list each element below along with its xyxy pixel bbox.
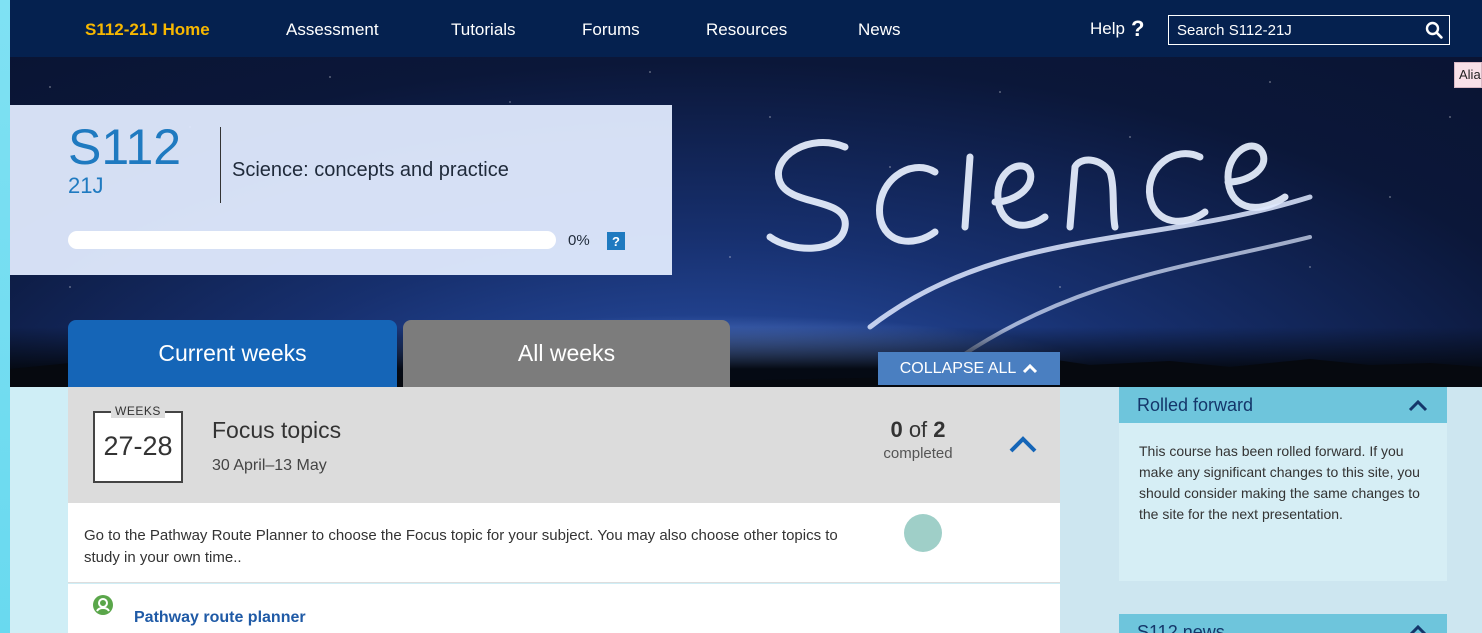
chevron-up-icon[interactable] bbox=[1407, 622, 1429, 633]
rolled-forward-header[interactable]: Rolled forward bbox=[1119, 387, 1447, 423]
tab-all-weeks[interactable]: All weeks bbox=[403, 320, 730, 387]
week-header: WEEKS 27-28 Focus topics 30 April–13 May… bbox=[68, 387, 1060, 503]
chevron-up-icon[interactable] bbox=[1407, 397, 1429, 413]
week-completed-label: completed bbox=[883, 445, 953, 462]
search-input[interactable] bbox=[1169, 16, 1419, 44]
week-dates: 30 April–13 May bbox=[212, 457, 327, 474]
nav-item-news[interactable]: News bbox=[858, 20, 901, 40]
week-title: Focus topics bbox=[212, 417, 342, 443]
activity-row: Pathway route planner bbox=[68, 584, 1060, 633]
nav-home-link[interactable]: S112-21J Home bbox=[85, 20, 210, 40]
week-badge-label: WEEKS bbox=[111, 404, 165, 418]
nav-item-forums[interactable]: Forums bbox=[582, 20, 640, 40]
alias-tag[interactable]: Alia bbox=[1454, 62, 1482, 88]
top-navigation: S112-21J Home Assessment Tutorials Forum… bbox=[10, 0, 1482, 57]
week-body: Go to the Pathway Route Planner to choos… bbox=[68, 503, 1060, 583]
course-code: S112 bbox=[68, 119, 182, 175]
week-of-label: of bbox=[908, 417, 928, 442]
week-badge: WEEKS 27-28 bbox=[93, 404, 183, 483]
route-planner-icon bbox=[93, 595, 113, 615]
help-question-icon: ? bbox=[1130, 16, 1145, 41]
course-news-header[interactable]: S112 news bbox=[1119, 614, 1447, 633]
rolled-forward-title: Rolled forward bbox=[1137, 394, 1254, 415]
tab-current-weeks[interactable]: Current weeks bbox=[68, 320, 397, 387]
course-presentation: 21J bbox=[68, 173, 104, 198]
week-range: 27-28 bbox=[103, 431, 173, 461]
help-link[interactable]: Help ? bbox=[1090, 16, 1145, 41]
help-label: Help bbox=[1090, 19, 1125, 38]
progress-help-button[interactable]: ? bbox=[607, 232, 625, 250]
status-indicator bbox=[904, 514, 942, 552]
course-card: S112 21J Science: concepts and practice … bbox=[10, 105, 672, 275]
collapse-all-label: COLLAPSE ALL bbox=[899, 359, 1017, 377]
week-count: 0 of 2 bbox=[858, 417, 978, 443]
search-button[interactable] bbox=[1419, 16, 1449, 44]
course-title: Science: concepts and practice bbox=[232, 159, 509, 181]
course-divider bbox=[220, 127, 221, 203]
activity-link-pathway-route-planner[interactable]: Pathway route planner bbox=[134, 609, 306, 627]
search-icon bbox=[1425, 21, 1443, 39]
nav-item-assessment[interactable]: Assessment bbox=[286, 20, 379, 40]
nav-item-resources[interactable]: Resources bbox=[706, 20, 787, 40]
week-done-count: 0 bbox=[890, 417, 903, 442]
course-progress-text: 0% bbox=[568, 232, 590, 249]
search-box bbox=[1168, 15, 1450, 45]
collapse-all-button[interactable]: COLLAPSE ALL bbox=[878, 352, 1060, 385]
chevron-up-icon bbox=[1023, 363, 1038, 374]
week-total-count: 2 bbox=[933, 417, 946, 442]
rolled-forward-body: This course has been rolled forward. If … bbox=[1119, 423, 1447, 581]
week-description: Go to the Pathway Route Planner to choos… bbox=[84, 527, 838, 566]
week-progress: 0 of 2 completed bbox=[858, 417, 978, 462]
week-collapse-chevron-icon[interactable] bbox=[1006, 429, 1040, 459]
left-edge-bar bbox=[0, 0, 10, 633]
course-news-title: S112 news bbox=[1137, 622, 1225, 633]
nav-item-tutorials[interactable]: Tutorials bbox=[451, 20, 516, 40]
course-progress-bar bbox=[68, 231, 556, 249]
